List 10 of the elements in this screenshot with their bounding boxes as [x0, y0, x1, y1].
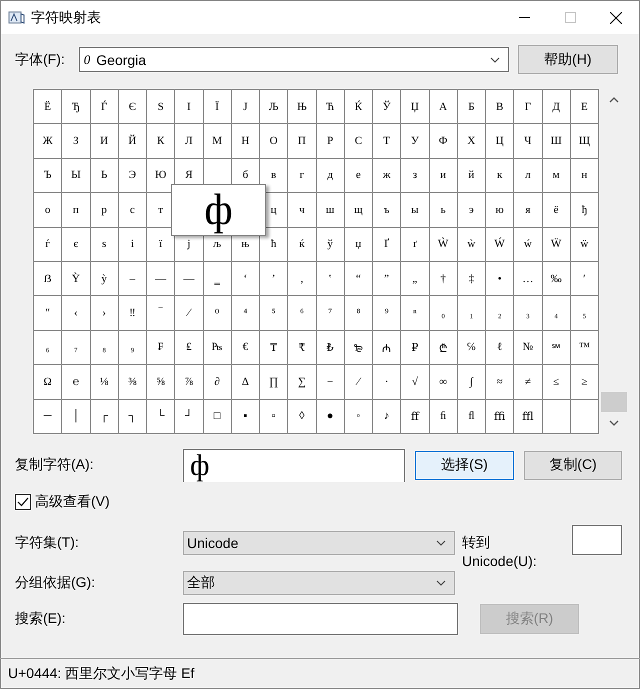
window-title: 字符映射表 [31, 8, 101, 26]
font-label: 字体(F): [15, 50, 65, 68]
copy-characters-label: 复制字符(A): [15, 456, 95, 474]
status-bar: U+0444: 西里尔文小写字母 Ef [0, 658, 640, 689]
go-to-unicode-label: 转到Unicode(U): [462, 532, 538, 571]
group-by-label: 分组依据(G): [15, 574, 96, 592]
character-preview-tooltip: ф [171, 184, 266, 236]
advanced-view-label: 高级查看(V) [35, 492, 110, 511]
character-set-label: 字符集(T): [15, 534, 80, 552]
search-label: 搜索(E): [15, 610, 67, 628]
